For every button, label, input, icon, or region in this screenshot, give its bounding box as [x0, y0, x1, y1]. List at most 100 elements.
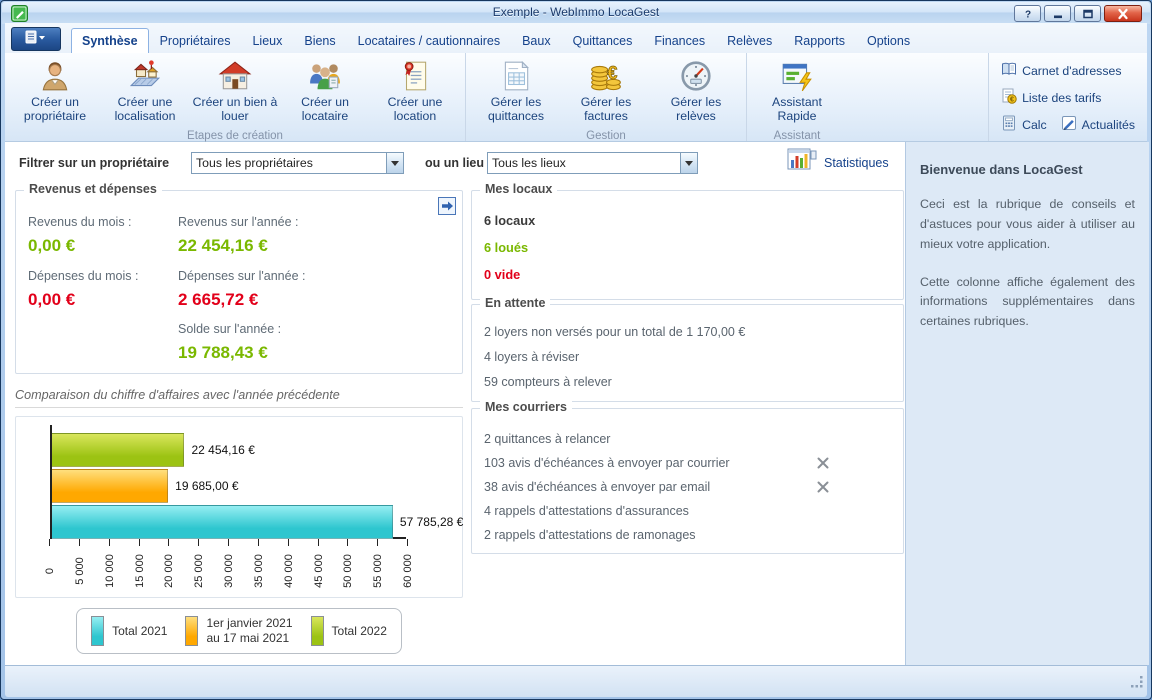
place-filter-select[interactable]: Tous les lieux	[487, 152, 698, 174]
tab-lieux[interactable]: Lieux	[241, 28, 293, 53]
wizard-icon	[780, 58, 814, 94]
ribbon-group-assistant: Assistant RapideAssistant	[746, 53, 847, 141]
quick-link-actualites[interactable]: Actualités	[1061, 115, 1135, 134]
axis-tick-mark	[49, 539, 50, 546]
ribbon-button-gerer-les-factures[interactable]: €Gérer les factures	[562, 56, 650, 128]
svg-text:?: ?	[1024, 9, 1030, 20]
tariff-list-icon: €	[1001, 88, 1017, 107]
pending-items: 2 loyers non versés pour un total de 1 1…	[484, 325, 891, 389]
dismiss-x-icon[interactable]	[816, 456, 830, 470]
sidebar-title: Bienvenue dans LocaGest	[920, 162, 1135, 177]
chart-box: 22 454,16 €19 685,00 €57 785,28 € 05 000…	[15, 416, 463, 598]
bar-value-label: 22 454,16 €	[191, 443, 254, 457]
maximize-button[interactable]	[1074, 5, 1101, 22]
title-bar[interactable]: Exemple - WebImmo LocaGest ?	[2, 2, 1150, 24]
close-button[interactable]	[1104, 5, 1142, 22]
ribbon-button-assistant-rapide[interactable]: Assistant Rapide	[753, 56, 841, 128]
ribbon-group-gestion: Gérer les quittances€Gérer les facturesG…	[465, 53, 746, 141]
revenue-panel-title: Revenus et dépenses	[24, 182, 162, 196]
window-title: Exemple - WebImmo LocaGest	[2, 5, 1150, 19]
year-balance-value: 19 788,43 €	[178, 343, 268, 363]
sidebar-paragraph: Ceci est la rubrique de conseils et d'as…	[920, 195, 1135, 255]
place-filter-dropdown-icon[interactable]	[680, 153, 697, 173]
dismiss-x-icon[interactable]	[816, 480, 830, 494]
quick-link-label: Carnet d'adresses	[1022, 64, 1121, 78]
mail-item-text: 2 quittances à relancer	[484, 432, 816, 446]
axis-tick-mark	[347, 539, 348, 546]
axis-tick-mark	[168, 539, 169, 546]
tab-releves[interactable]: Relèves	[716, 28, 783, 53]
pending-item: 2 loyers non versés pour un total de 1 1…	[484, 325, 891, 339]
ribbon-button-creer-une-location[interactable]: Créer une location	[371, 56, 459, 128]
help-button[interactable]: ?	[1014, 5, 1041, 22]
ribbon-button-gerer-les-releves[interactable]: Gérer les relèves	[652, 56, 740, 128]
bar-value-label: 57 785,28 €	[400, 515, 463, 529]
filter-bar: Filtrer sur un propriétaire Tous les pro…	[5, 142, 905, 186]
axis-tick-label: 30 000	[223, 549, 235, 593]
quick-link-calc[interactable]: Calc	[1001, 115, 1047, 134]
news-pen-icon	[1061, 115, 1077, 134]
turnover-chart-section: Comparaison du chiffre d'affaires avec l…	[15, 388, 463, 654]
chart-title: Comparaison du chiffre d'affaires avec l…	[15, 388, 463, 408]
ribbon-button-gerer-les-quittances[interactable]: Gérer les quittances	[472, 56, 560, 128]
tab-quittances[interactable]: Quittances	[562, 28, 644, 53]
axis-tick-mark	[258, 539, 259, 546]
tab-synthese[interactable]: Synthèse	[71, 28, 149, 53]
legend-label-line: Total 2021	[112, 624, 167, 639]
tab-baux[interactable]: Baux	[511, 28, 562, 53]
minimize-icon	[1052, 8, 1064, 20]
application-menu-button[interactable]	[11, 27, 61, 51]
tab-rapports[interactable]: Rapports	[783, 28, 856, 53]
statistics-button[interactable]: Statistiques	[787, 148, 889, 177]
owner-filter-select[interactable]: Tous les propriétaires	[191, 152, 404, 174]
chart-bar-total-2022	[52, 433, 184, 467]
axis-tick-label: 0	[44, 549, 56, 593]
person-icon	[38, 58, 72, 94]
mail-item: 2 quittances à relancer	[484, 427, 891, 451]
quick-link-carnet-d-adresses[interactable]: Carnet d'adresses	[1001, 61, 1135, 80]
locals-panel-title: Mes locaux	[480, 182, 557, 196]
tab-locataires-cautionnaires[interactable]: Locataires / cautionnaires	[347, 28, 511, 53]
quick-link-liste-des-tarifs[interactable]: €Liste des tarifs	[1001, 88, 1135, 107]
pending-panel-title: En attente	[480, 296, 550, 310]
owner-filter-dropdown-icon[interactable]	[386, 153, 403, 173]
owner-filter-value: Tous les propriétaires	[192, 156, 386, 170]
sidebar-paragraph: Cette colonne affiche également des info…	[920, 273, 1135, 333]
legend-swatch	[185, 616, 198, 646]
axis-tick-label: 60 000	[402, 549, 414, 593]
mail-item-text: 103 avis d'échéances à envoyer par courr…	[484, 456, 816, 470]
tab-biens[interactable]: Biens	[293, 28, 346, 53]
ribbon-button-creer-un-locataire[interactable]: Créer un locataire	[281, 56, 369, 128]
minimize-button[interactable]	[1044, 5, 1071, 22]
place-filter-label: ou un lieu	[425, 156, 484, 170]
bar-chart-icon	[787, 148, 817, 177]
meter-icon	[679, 58, 713, 94]
ribbon-groups: Créer un propriétaireCréer une localisat…	[5, 53, 847, 141]
window-controls: ?	[1014, 5, 1142, 22]
axis-tick-label: 35 000	[253, 549, 265, 593]
axis-tick-mark	[407, 539, 408, 546]
place-filter-value: Tous les lieux	[488, 156, 680, 170]
chart-bar-1er-janvier-2021-au-17-mai-2021	[52, 469, 168, 503]
status-bar	[5, 665, 1147, 697]
svg-text:€: €	[607, 63, 617, 83]
pending-panel: En attente 2 loyers non versés pour un t…	[471, 304, 904, 402]
legend-item: Total 2021	[91, 616, 167, 646]
main-content: Filtrer sur un propriétaire Tous les pro…	[5, 142, 1149, 665]
locals-panel: Mes locaux 6 locaux6 loués0 vide	[471, 190, 904, 300]
year-balance-label: Solde sur l'année :	[178, 322, 281, 336]
tab-options[interactable]: Options	[856, 28, 921, 53]
tab-finances[interactable]: Finances	[643, 28, 716, 53]
chart-x-axis: 05 00010 00015 00020 00025 00030 00035 0…	[50, 539, 408, 595]
people-group-icon	[308, 58, 342, 94]
resize-grip[interactable]	[1130, 675, 1144, 694]
quick-link-label: Actualités	[1082, 118, 1135, 132]
legend-swatch	[311, 616, 324, 646]
pending-item: 4 loyers à réviser	[484, 350, 891, 364]
ribbon-button-creer-une-localisation[interactable]: Créer une localisation	[101, 56, 189, 128]
open-revenue-details-button[interactable]	[438, 197, 456, 215]
ribbon-button-creer-un-bien-a-louer[interactable]: Créer un bien à louer	[191, 56, 279, 128]
ribbon-button-creer-un-proprietaire[interactable]: Créer un propriétaire	[11, 56, 99, 128]
tab-proprietaires[interactable]: Propriétaires	[149, 28, 242, 53]
axis-tick-mark	[198, 539, 199, 546]
